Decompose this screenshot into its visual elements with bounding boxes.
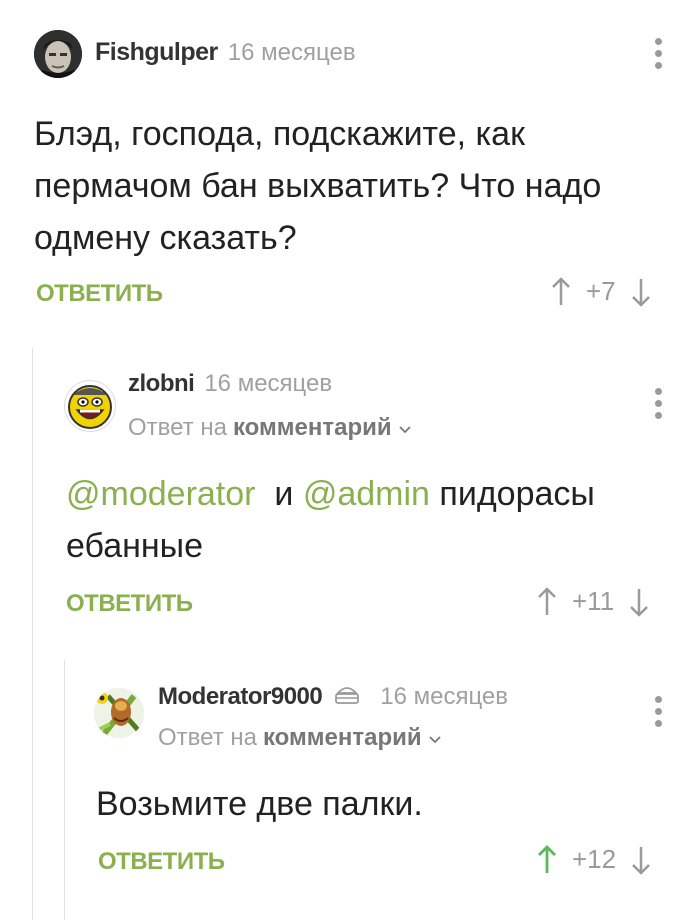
vertical-dots-icon[interactable] [652, 38, 664, 69]
comment-text: Блэд, господа, подскажите, как пермачом … [34, 115, 602, 257]
reply-button[interactable]: ОТВЕТИТЬ [98, 848, 225, 876]
connector-text: и [274, 475, 294, 513]
comment-author[interactable]: zlobni [128, 370, 195, 398]
arrow-up-icon[interactable] [536, 844, 558, 875]
comment-author[interactable]: Moderator9000 [158, 683, 323, 711]
vertical-dots-icon[interactable] [652, 388, 664, 419]
arrow-up-icon[interactable] [550, 276, 572, 307]
arrow-up-icon[interactable] [536, 586, 558, 617]
mention-link[interactable]: @moderator [66, 475, 255, 513]
comment-text: Возьмите две палки. [96, 785, 423, 823]
reply-prefix: Ответ на [128, 414, 227, 441]
comment-text: @moderator и @admin пидорасы ебанные [66, 468, 646, 572]
chevron-down-icon[interactable] [398, 414, 412, 442]
reply-to-link[interactable]: Ответ на комментарий [128, 414, 412, 442]
reply-prefix: Ответ на [158, 724, 257, 751]
comment-time: 16 месяцев [227, 39, 356, 66]
reply-target[interactable]: комментарий [233, 414, 392, 442]
mention-link[interactable]: @admin [303, 475, 430, 513]
rating-value: +7 [586, 276, 616, 306]
moderator-badge-icon [334, 683, 360, 712]
comment-time: 16 месяцев [204, 370, 333, 397]
arrow-down-icon[interactable] [628, 587, 650, 617]
reply-to-link[interactable]: Ответ на комментарий [158, 724, 442, 752]
reply-button[interactable]: ОТВЕТИТЬ [36, 280, 163, 308]
reply-target[interactable]: комментарий [263, 724, 422, 752]
thread-line-level-1 [32, 348, 33, 920]
comment-author[interactable]: Fishgulper [95, 38, 218, 67]
arrow-down-icon[interactable] [630, 845, 652, 875]
avatar[interactable] [34, 30, 82, 78]
rating-value: +11 [572, 586, 615, 616]
avatar[interactable] [64, 380, 116, 432]
thread-line-level-2 [64, 660, 65, 920]
comment-time: 16 месяцев [380, 683, 509, 710]
avatar[interactable] [94, 688, 144, 738]
chevron-down-icon[interactable] [428, 724, 442, 752]
arrow-down-icon[interactable] [630, 277, 652, 307]
rating-value: +12 [572, 844, 617, 874]
reply-button[interactable]: ОТВЕТИТЬ [66, 590, 193, 618]
vertical-dots-icon[interactable] [652, 696, 664, 727]
